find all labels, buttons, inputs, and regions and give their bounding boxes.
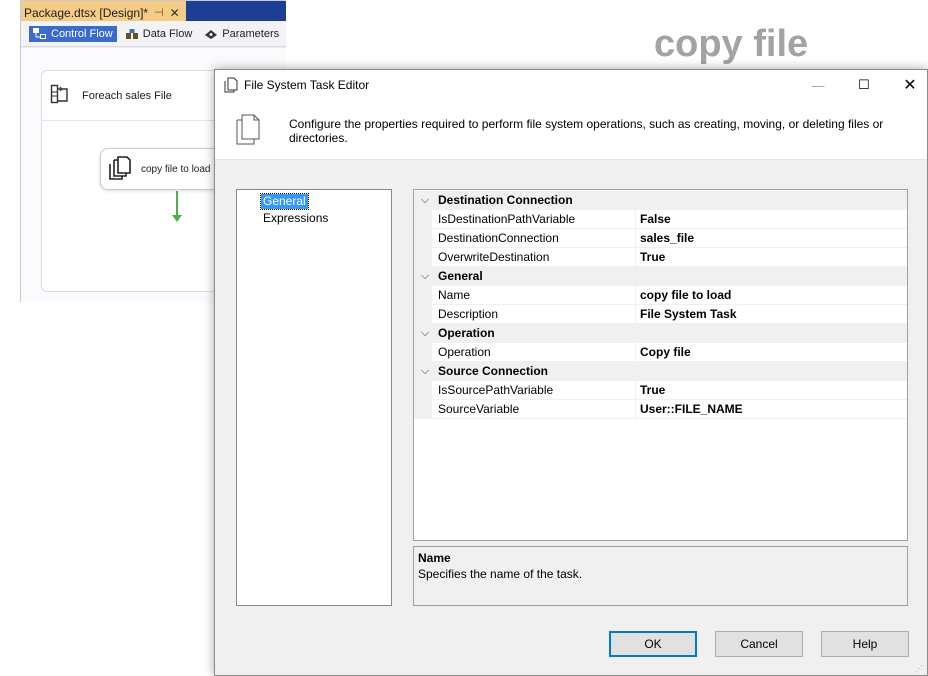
property-row[interactable]: Description File System Task xyxy=(414,305,907,324)
precedence-constraint[interactable] xyxy=(176,191,178,217)
column-divider xyxy=(635,305,636,324)
chevron-down-icon[interactable]: ⌵ xyxy=(418,267,432,286)
file-system-task-icon xyxy=(109,155,131,183)
tab-data-flow-label: Data Flow xyxy=(142,27,193,40)
column-divider xyxy=(635,343,636,362)
designer-toolbar: Control Flow Data Flow Parameters xyxy=(21,21,286,47)
column-divider xyxy=(635,400,636,419)
category-label: Destination Connection xyxy=(438,193,573,207)
property-row[interactable]: IsSourcePathVariable True xyxy=(414,381,907,400)
dialog-header-description: Configure the properties required to per… xyxy=(289,117,884,145)
category-operation[interactable]: ⌵ Operation xyxy=(414,324,907,343)
row-gutter xyxy=(414,381,432,400)
document-tab[interactable]: Package.dtsx [Design]* ⊣ ✕ xyxy=(21,1,186,21)
column-divider xyxy=(635,381,636,400)
property-row[interactable]: SourceVariable User::FILE_NAME xyxy=(414,400,907,419)
category-label: General xyxy=(438,269,483,283)
property-name: IsSourcePathVariable xyxy=(438,383,554,397)
help-button[interactable]: Help xyxy=(821,631,909,657)
category-label: Operation xyxy=(438,326,495,340)
nav-item-expressions[interactable]: Expressions xyxy=(261,211,330,226)
property-name: Operation xyxy=(438,345,491,359)
precedence-arrow-icon xyxy=(172,215,182,222)
category-destination-connection[interactable]: ⌵ Destination Connection xyxy=(414,191,907,210)
tab-parameters-label: Parameters xyxy=(222,27,280,40)
property-row[interactable]: Name copy file to load xyxy=(414,286,907,305)
tab-control-flow[interactable]: Control Flow xyxy=(29,25,117,42)
column-divider xyxy=(635,286,636,305)
document-tab-strip: Package.dtsx [Design]* ⊣ ✕ xyxy=(21,1,286,21)
ok-button[interactable]: OK xyxy=(609,631,697,657)
property-name: DestinationConnection xyxy=(438,231,559,245)
maximize-button[interactable]: ☐ xyxy=(841,70,887,100)
column-divider xyxy=(635,248,636,267)
row-gutter xyxy=(414,229,432,248)
parameters-icon xyxy=(204,28,218,40)
file-system-task-icon xyxy=(233,114,261,149)
document-tab-title: Package.dtsx [Design]* xyxy=(24,5,149,20)
property-value[interactable]: User::FILE_NAME xyxy=(640,400,743,419)
row-gutter xyxy=(414,286,432,305)
data-flow-icon xyxy=(125,28,139,40)
nav-item-general[interactable]: General xyxy=(260,193,309,210)
property-value[interactable]: sales_file xyxy=(640,229,694,248)
property-name: Description xyxy=(438,307,499,321)
overlay-caption: copy file xyxy=(654,23,809,65)
dialog-header: Configure the properties required to per… xyxy=(215,100,927,160)
property-description-panel: Name Specifies the name of the task. xyxy=(413,546,908,606)
property-grid[interactable]: ⌵ Destination Connection IsDestinationPa… xyxy=(413,189,908,541)
tab-parameters[interactable]: Parameters xyxy=(200,26,283,42)
minimize-button[interactable]: — xyxy=(795,70,841,100)
column-divider xyxy=(635,210,636,229)
property-value[interactable]: copy file to load xyxy=(640,286,731,305)
foreach-loop-label: Foreach sales File xyxy=(82,89,172,102)
foreach-loop-icon xyxy=(50,84,70,107)
property-row[interactable]: OverwriteDestination True xyxy=(414,248,907,267)
dialog-titlebar[interactable]: File System Task Editor — ☐ ✕ xyxy=(215,70,927,100)
tab-control-flow-label: Control Flow xyxy=(51,27,113,40)
property-row[interactable]: IsDestinationPathVariable False xyxy=(414,210,907,229)
property-row[interactable]: DestinationConnection sales_file xyxy=(414,229,907,248)
category-label: Source Connection xyxy=(438,364,549,378)
property-value[interactable]: True xyxy=(640,381,665,400)
pin-icon[interactable]: ⊣ xyxy=(154,6,164,19)
chevron-down-icon[interactable]: ⌵ xyxy=(418,362,432,381)
property-value[interactable]: File System Task xyxy=(640,305,737,324)
row-gutter xyxy=(414,400,432,419)
file-system-task-label: copy file to load xyxy=(141,163,211,175)
category-general[interactable]: ⌵ General xyxy=(414,267,907,286)
property-name: SourceVariable xyxy=(438,402,520,416)
page-navigation-list[interactable]: General Expressions xyxy=(236,189,392,606)
control-flow-icon xyxy=(33,27,47,40)
description-text: Specifies the name of the task. xyxy=(418,567,583,581)
close-button[interactable]: ✕ xyxy=(887,70,928,100)
row-gutter xyxy=(414,248,432,267)
file-system-task-editor-dialog: File System Task Editor — ☐ ✕ Configure … xyxy=(214,69,928,676)
chevron-down-icon[interactable]: ⌵ xyxy=(418,191,432,210)
dialog-app-icon xyxy=(224,77,238,93)
property-value[interactable]: Copy file xyxy=(640,343,691,362)
dialog-title: File System Task Editor xyxy=(244,78,370,92)
property-value[interactable]: True xyxy=(640,248,665,267)
property-value[interactable]: False xyxy=(640,210,671,229)
row-gutter xyxy=(414,210,432,229)
close-tab-icon[interactable]: ✕ xyxy=(170,6,180,20)
row-gutter xyxy=(414,343,432,362)
property-name: Name xyxy=(438,288,471,302)
resize-grip-icon[interactable]: ⋰ xyxy=(915,664,923,673)
cancel-button[interactable]: Cancel xyxy=(715,631,803,657)
description-title: Name xyxy=(418,551,451,565)
chevron-down-icon[interactable]: ⌵ xyxy=(418,324,432,343)
row-gutter xyxy=(414,305,432,324)
property-row[interactable]: Operation Copy file xyxy=(414,343,907,362)
column-divider xyxy=(635,229,636,248)
property-name: OverwriteDestination xyxy=(438,250,550,264)
tab-data-flow[interactable]: Data Flow xyxy=(121,26,197,42)
property-name: IsDestinationPathVariable xyxy=(438,212,576,226)
category-source-connection[interactable]: ⌵ Source Connection xyxy=(414,362,907,381)
